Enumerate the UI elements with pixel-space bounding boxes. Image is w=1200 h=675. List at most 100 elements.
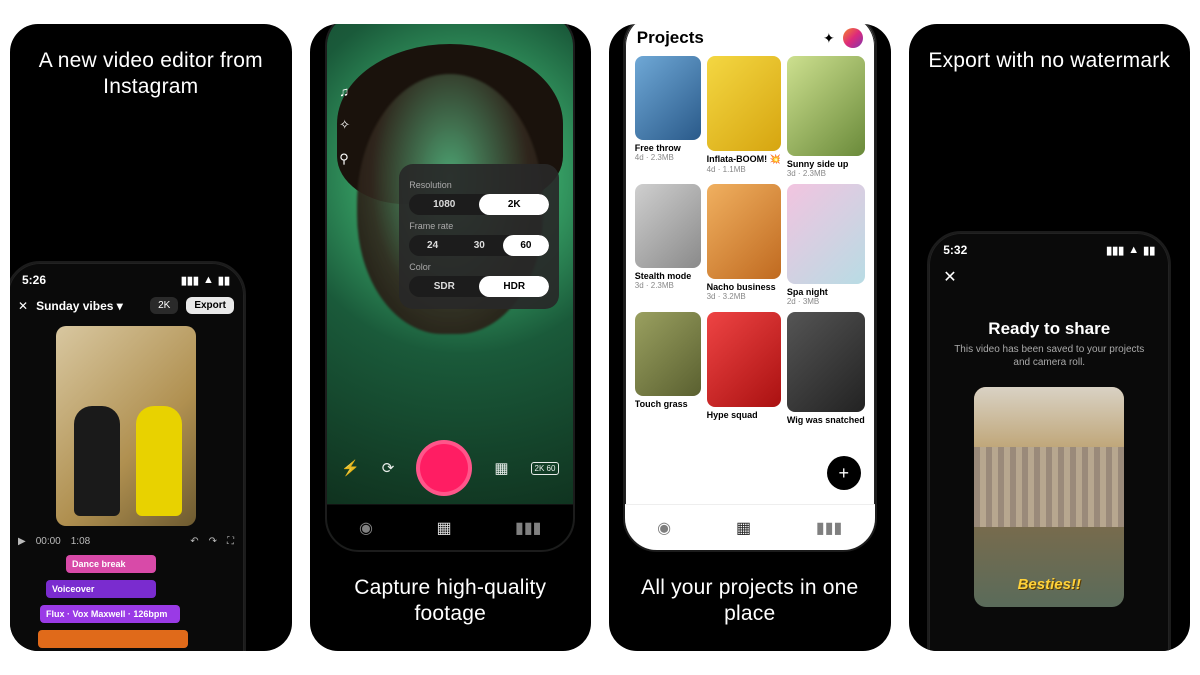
- color-hdr[interactable]: HDR: [479, 276, 549, 297]
- undo-icon[interactable]: ↶: [190, 536, 198, 547]
- project-title: Touch grass: [635, 399, 701, 409]
- overlay-text: Besties!!: [974, 576, 1124, 593]
- gallery-icon[interactable]: ▦: [494, 459, 508, 477]
- promo-panel-projects: Projects ✦ Free throw4d · 2.3MBInflata-B…: [609, 24, 891, 651]
- capture-settings-popover: Resolution 1080 2K Frame rate 24 30 60 C…: [399, 164, 559, 309]
- framerate-segmented[interactable]: 24 30 60: [409, 235, 549, 256]
- redo-icon[interactable]: ↷: [209, 536, 217, 547]
- project-thumbnail: [707, 56, 781, 151]
- bottom-nav: ◉ ▦ ▮▮▮: [327, 504, 573, 550]
- phone-mock-capture: ♫ ✧ ⚲ Resolution 1080 2K Frame rate 24 3…: [325, 24, 575, 552]
- flash-icon[interactable]: ⚡: [341, 459, 360, 477]
- time-total: 1:08: [71, 536, 90, 547]
- link-icon[interactable]: ⚲: [339, 151, 350, 167]
- new-project-button[interactable]: +: [827, 456, 861, 490]
- project-card[interactable]: Inflata-BOOM! 💥4d · 1.1MB: [707, 56, 781, 178]
- projects-title: Projects: [637, 28, 815, 48]
- fps-30[interactable]: 30: [456, 235, 503, 256]
- color-segmented[interactable]: SDR HDR: [409, 276, 549, 297]
- record-button[interactable]: [416, 440, 472, 496]
- framerate-label: Frame rate: [409, 221, 549, 231]
- clip-video[interactable]: [38, 630, 188, 648]
- project-thumbnail: [707, 312, 781, 407]
- effects-icon[interactable]: ✧: [339, 117, 350, 133]
- capture-controls: ⚡ ⟳ ▦ 2K 60: [327, 440, 573, 496]
- status-bar: 5:32 ▮▮▮ ▲ ▮▮: [929, 233, 1169, 261]
- quality-chip[interactable]: 2K: [150, 297, 178, 314]
- project-title: Free throw: [635, 143, 701, 153]
- project-title: Nacho business: [707, 282, 781, 292]
- clip-voiceover[interactable]: Voiceover: [46, 580, 156, 598]
- phone-mock-export: 5:32 ▮▮▮ ▲ ▮▮ ✕ Ready to share This vide…: [927, 231, 1171, 651]
- ready-title: Ready to share: [929, 319, 1169, 339]
- export-button[interactable]: Export: [186, 297, 234, 314]
- project-thumbnail: [787, 312, 865, 412]
- project-card[interactable]: Wig was snatched: [787, 312, 865, 425]
- project-card[interactable]: Spa night2d · 3MB: [787, 184, 865, 306]
- tab-record-icon[interactable]: ◉: [657, 518, 671, 538]
- project-thumbnail: [787, 56, 865, 156]
- time-current: 00:00: [36, 536, 61, 547]
- status-time: 5:32: [943, 243, 967, 257]
- tab-projects-icon[interactable]: ▦: [736, 518, 751, 538]
- project-title: Hype squad: [707, 410, 781, 420]
- resolution-segmented[interactable]: 1080 2K: [409, 194, 549, 215]
- promo-panel-editor: A new video editor from Instagram 5:26 ▮…: [10, 24, 292, 651]
- phone-mock-editor: 5:26 ▮▮▮ ▲ ▮▮ ✕ Sunday vibes ▾ 2K Export: [10, 261, 246, 651]
- close-icon[interactable]: ✕: [943, 267, 956, 287]
- projects-grid[interactable]: Free throw4d · 2.3MBInflata-BOOM! 💥4d · …: [625, 56, 875, 425]
- project-card[interactable]: Free throw4d · 2.3MB: [635, 56, 701, 178]
- project-thumbnail: [787, 184, 865, 284]
- fullscreen-icon[interactable]: ⛶: [227, 536, 234, 547]
- tab-record-icon[interactable]: ◉: [359, 518, 373, 538]
- project-title[interactable]: Sunday vibes ▾: [36, 299, 142, 313]
- flip-camera-icon[interactable]: ⟳: [382, 459, 395, 477]
- battery-icon: ▮▮: [1143, 244, 1155, 257]
- project-title: Stealth mode: [635, 271, 701, 281]
- project-meta: 4d · 2.3MB: [635, 153, 701, 162]
- panel-caption: A new video editor from Instagram: [10, 24, 292, 111]
- tab-projects-icon[interactable]: ▦: [436, 518, 451, 538]
- resolution-2k[interactable]: 2K: [479, 194, 549, 215]
- project-thumbnail: [635, 312, 701, 396]
- timeline-controls: ▶ 00:00 1:08 ↶ ↷ ⛶: [10, 532, 244, 551]
- wifi-icon: ▲: [1128, 244, 1139, 256]
- phone-mock-projects: Projects ✦ Free throw4d · 2.3MBInflata-B…: [623, 24, 877, 552]
- clip-music[interactable]: Flux · Vox Maxwell · 126bpm: [40, 605, 180, 623]
- music-icon[interactable]: ♫: [339, 84, 350, 99]
- color-sdr[interactable]: SDR: [409, 276, 479, 297]
- project-card[interactable]: Nacho business3d · 3.2MB: [707, 184, 781, 306]
- tab-insights-icon[interactable]: ▮▮▮: [816, 518, 842, 538]
- project-thumbnail: [707, 184, 781, 279]
- close-icon[interactable]: ✕: [18, 299, 28, 313]
- project-card[interactable]: Sunny side up3d · 2.3MB: [787, 56, 865, 178]
- profile-avatar[interactable]: [843, 28, 863, 48]
- status-time: 5:26: [22, 273, 46, 287]
- fps-24[interactable]: 24: [409, 235, 456, 256]
- resolution-1080[interactable]: 1080: [409, 194, 479, 215]
- project-card[interactable]: Hype squad: [707, 312, 781, 425]
- project-card[interactable]: Stealth mode3d · 2.3MB: [635, 184, 701, 306]
- status-bar: 5:26 ▮▮▮ ▲ ▮▮: [10, 263, 244, 291]
- export-ready: Ready to share This video has been saved…: [929, 319, 1169, 369]
- signal-icon: ▮▮▮: [181, 274, 199, 287]
- color-label: Color: [409, 262, 549, 272]
- ready-subtitle: This video has been saved to your projec…: [929, 343, 1169, 369]
- video-preview[interactable]: [56, 326, 196, 526]
- project-meta: 2d · 3MB: [787, 297, 865, 306]
- bottom-nav: ◉ ▦ ▮▮▮: [625, 504, 875, 550]
- clip-dance-break[interactable]: Dance break: [66, 555, 156, 573]
- play-icon[interactable]: ▶: [18, 536, 26, 547]
- tab-insights-icon[interactable]: ▮▮▮: [515, 518, 541, 538]
- inspiration-icon[interactable]: ✦: [823, 30, 835, 47]
- battery-icon: ▮▮: [218, 274, 230, 287]
- project-title: Inflata-BOOM! 💥: [707, 154, 781, 165]
- project-card[interactable]: Touch grass: [635, 312, 701, 425]
- fps-60[interactable]: 60: [503, 235, 550, 256]
- editor-header: ✕ Sunday vibes ▾ 2K Export: [10, 291, 244, 320]
- quality-badge[interactable]: 2K 60: [531, 462, 560, 475]
- app-store-gallery: A new video editor from Instagram 5:26 ▮…: [0, 0, 1200, 675]
- export-preview[interactable]: Besties!!: [974, 387, 1124, 607]
- project-meta: 3d · 3.2MB: [707, 292, 781, 301]
- timeline-tracks[interactable]: Dance break Voiceover Flux · Vox Maxwell…: [10, 551, 244, 650]
